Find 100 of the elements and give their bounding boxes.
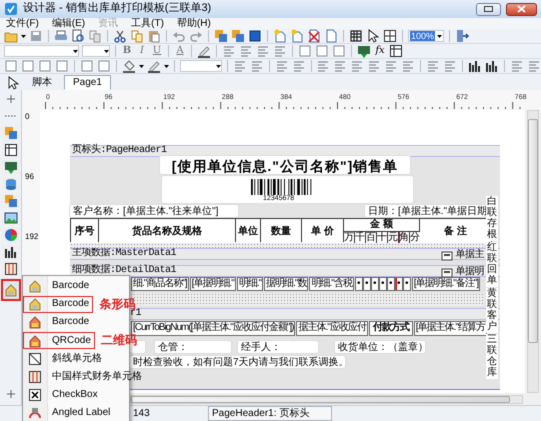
menu-item[interactable]: Angled Label xyxy=(23,404,114,421)
menu-item[interactable]: 中国样式财务单元格 xyxy=(23,368,146,386)
fill-color-icon[interactable] xyxy=(122,59,136,73)
table-tool[interactable] xyxy=(2,143,20,157)
menu-item[interactable]: 斜线单元格 xyxy=(23,350,106,368)
line-style-field[interactable] xyxy=(180,60,222,72)
report-field: 明细." xyxy=(236,277,264,291)
copy-label: 三联仓库 xyxy=(486,334,498,379)
report-field: [单据明细."备注"] xyxy=(412,277,480,291)
align-icon[interactable] xyxy=(232,59,247,73)
font-size-field[interactable] xyxy=(82,45,110,57)
square-icon[interactable] xyxy=(248,29,262,43)
grid-icon[interactable] xyxy=(349,29,363,43)
column-header: 货品名称及规格 xyxy=(99,219,235,244)
border-icon[interactable] xyxy=(315,44,329,58)
copy-label: 黄联客户 xyxy=(486,288,498,333)
print-preview-icon[interactable] xyxy=(71,29,85,43)
border-icon[interactable] xyxy=(38,59,52,73)
bar-chart-icon[interactable] xyxy=(468,59,482,73)
border-icon[interactable] xyxy=(298,44,312,58)
signature-field: 经手人： xyxy=(238,341,318,353)
layers-tool[interactable] xyxy=(2,194,20,208)
bar-chart-tool[interactable] xyxy=(2,245,20,259)
align-icon[interactable] xyxy=(367,59,382,73)
pencil-icon[interactable] xyxy=(197,44,211,58)
bold-button[interactable]: B xyxy=(121,45,133,57)
printer-icon[interactable] xyxy=(54,29,68,43)
align-icon[interactable] xyxy=(316,59,330,73)
zoom-field[interactable]: 100% xyxy=(408,30,444,42)
align-icon[interactable] xyxy=(292,59,306,73)
component-icon xyxy=(28,297,42,312)
menu-item[interactable]: 编辑(E) xyxy=(52,18,86,29)
cut-icon[interactable] xyxy=(113,29,127,43)
align-icon[interactable] xyxy=(527,59,541,73)
align-icon[interactable] xyxy=(250,59,264,73)
menu-item[interactable]: Barcode xyxy=(23,314,94,331)
ledger-cell-icon xyxy=(4,262,18,276)
database-tool[interactable] xyxy=(2,177,20,191)
horizontal-scrollbar[interactable] xyxy=(130,395,523,404)
table-icon[interactable] xyxy=(389,44,403,58)
font-name-field[interactable] xyxy=(4,45,79,57)
scroll-thumb[interactable] xyxy=(528,119,538,343)
restore-button[interactable] xyxy=(476,2,501,16)
scroll-thumb[interactable] xyxy=(131,396,510,403)
monitor-icon[interactable] xyxy=(357,44,371,58)
position-text: 143 xyxy=(132,407,151,420)
menu-item[interactable]: QRCode xyxy=(23,332,95,350)
layers-tool[interactable] xyxy=(2,126,20,140)
band-label: 页标头:PageHeader1 xyxy=(71,145,167,156)
report-field: [单据主体."结算方 xyxy=(414,321,487,336)
menu-item[interactable]: 帮助(H) xyxy=(176,18,211,29)
component-tool[interactable] xyxy=(0,279,20,301)
panes-icon[interactable] xyxy=(383,29,397,43)
paste-icon[interactable] xyxy=(147,29,161,43)
vertical-scrollbar[interactable] xyxy=(527,110,539,393)
image-tool[interactable] xyxy=(2,211,20,225)
align-icon[interactable] xyxy=(333,59,348,73)
formula-button[interactable]: fx xyxy=(374,45,386,57)
italic-button[interactable]: I xyxy=(136,45,148,57)
note-text: 时检查验收，如有问题7天内请与我们联系调换。 xyxy=(130,356,345,368)
tab[interactable]: 脚本 xyxy=(23,75,61,90)
monitor-tool[interactable] xyxy=(2,160,20,174)
ruler-mark: 0 xyxy=(25,112,30,121)
menu-item[interactable]: Barcode xyxy=(23,296,94,313)
pointer-icon[interactable] xyxy=(366,29,380,43)
report-field: 据主体."应收应付 xyxy=(296,321,368,336)
exit-icon[interactable] xyxy=(455,29,470,43)
align-icon[interactable] xyxy=(350,59,364,73)
layers-icon[interactable] xyxy=(231,29,245,43)
align-icon[interactable] xyxy=(273,44,287,58)
ledger-cell-icon xyxy=(28,370,42,384)
pointer-icon[interactable] xyxy=(6,76,20,90)
delete-page-icon[interactable] xyxy=(307,29,321,43)
ledger-cell-tool[interactable] xyxy=(2,262,20,276)
close-button[interactable] xyxy=(506,2,537,16)
align-icon[interactable] xyxy=(443,59,458,73)
bar-chart-icon[interactable] xyxy=(485,59,500,73)
column-header: 数量 xyxy=(261,219,301,244)
align-icon[interactable] xyxy=(274,59,289,73)
report-field: 明细."含税 xyxy=(309,277,354,291)
tab[interactable]: Page1 xyxy=(64,75,111,90)
pie-chart-tool[interactable] xyxy=(2,228,20,242)
align-icon[interactable] xyxy=(510,59,524,73)
new-page-icon[interactable] xyxy=(290,29,304,43)
align-icon[interactable] xyxy=(426,59,440,73)
band-tag: 单据明 xyxy=(456,268,484,278)
component-icon xyxy=(28,315,42,330)
signature-field: 仓管： xyxy=(155,341,231,353)
column-header: 单 价 xyxy=(302,219,343,244)
font-color-button[interactable]: A xyxy=(174,45,186,57)
pencil-icon[interactable] xyxy=(146,59,161,73)
undo-icon[interactable] xyxy=(172,29,186,43)
menu-item[interactable]: CheckBox xyxy=(23,386,102,404)
underline-button[interactable]: U xyxy=(151,45,163,57)
menu-item[interactable]: Barcode xyxy=(23,278,94,295)
band-icon xyxy=(440,249,454,263)
layers-icon[interactable] xyxy=(214,29,228,43)
new-page-icon[interactable] xyxy=(273,29,287,43)
menu-item[interactable]: 文件(F) xyxy=(6,18,39,29)
menu-item[interactable]: 工具(T) xyxy=(131,18,164,29)
